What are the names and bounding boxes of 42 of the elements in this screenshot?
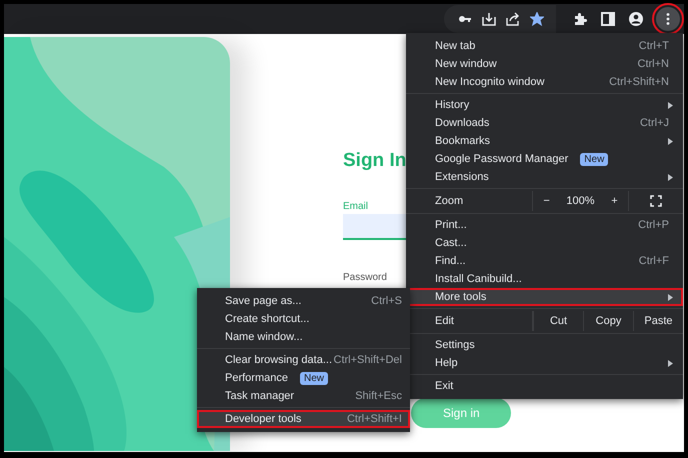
download-icon[interactable] [482,12,496,26]
menu-button[interactable] [656,7,680,31]
address-bar[interactable] [444,5,556,33]
zoom-label: Zoom [435,195,464,207]
menu-item[interactable]: Downloads Ctrl+J [406,114,683,132]
fullscreen-icon[interactable] [650,195,662,207]
star-icon[interactable] [530,12,544,26]
zoom-level: 100% [566,195,595,207]
new-badge: New [300,372,328,384]
share-icon[interactable] [506,12,520,26]
submenu-arrow-icon [668,102,673,108]
side-panel-icon[interactable] [601,12,615,26]
profile-icon[interactable] [629,12,643,26]
submenu-arrow-icon [668,138,673,144]
email-label: Email [343,201,370,212]
edit-action-button[interactable]: Paste [633,311,683,331]
menu-item[interactable]: Install Canibuild... [406,270,683,288]
menu-item[interactable]: Bookmarks [406,132,683,150]
sign-in-heading: Sign In [343,150,408,172]
menu-item[interactable]: History [406,96,683,114]
menu-item[interactable]: Developer tools Ctrl+Shift+I [197,410,410,428]
edit-action-button[interactable]: Copy [583,311,633,331]
submenu-arrow-icon [668,294,673,300]
zoom-out-button[interactable]: − [539,195,554,207]
puzzle-icon[interactable] [573,12,587,26]
more-vertical-icon [666,13,670,25]
menu-item[interactable]: Extensions [406,168,683,186]
menu-item[interactable]: Cast... [406,234,683,252]
menu-item[interactable]: New tab Ctrl+T [406,37,683,55]
new-badge: New [580,152,608,166]
submenu-arrow-icon [668,174,673,180]
menu-item[interactable]: New window Ctrl+N [406,55,683,73]
menu-item[interactable]: New Incognito window Ctrl+Shift+N [406,73,683,91]
submenu-arrow-icon [668,360,673,366]
edit-label: Edit [435,315,454,327]
menu-item[interactable]: Print... Ctrl+P [406,216,683,234]
menu-item[interactable]: Create shortcut... [197,310,410,328]
menu-item[interactable]: Google Password Manager New [406,150,683,168]
menu-item[interactable]: Find... Ctrl+F [406,252,683,270]
password-label: Password [343,272,388,283]
edit-action-button[interactable]: Cut [533,311,583,331]
zoom-in-button[interactable]: + [607,195,622,207]
